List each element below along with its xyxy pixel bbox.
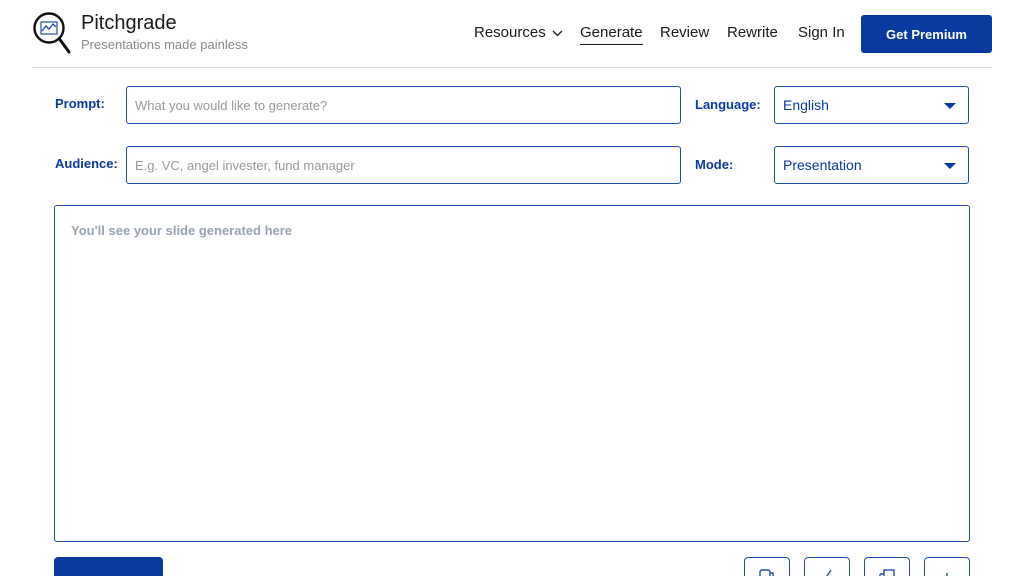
- audience-label: Audience:: [55, 156, 118, 171]
- nav-review[interactable]: Review: [660, 23, 709, 45]
- language-value: English: [783, 97, 829, 113]
- nav-resources[interactable]: Resources: [474, 23, 563, 45]
- caret-down-icon: [944, 103, 956, 109]
- edit-button[interactable]: [804, 557, 850, 576]
- edit-icon: [826, 569, 832, 576]
- nav-rewrite[interactable]: Rewrite: [727, 23, 778, 45]
- prompt-input[interactable]: [126, 86, 681, 124]
- language-label: Language:: [695, 97, 761, 112]
- caret-down-icon: [944, 163, 956, 169]
- get-premium-button[interactable]: Get Premium: [861, 15, 992, 53]
- mode-value: Presentation: [783, 157, 862, 173]
- brand-name[interactable]: Pitchgrade: [81, 11, 177, 35]
- magnifier-chart-icon[interactable]: [32, 11, 72, 55]
- slide-preview: You'll see your slide generated here: [54, 205, 970, 542]
- audience-input[interactable]: [126, 146, 681, 184]
- prompt-label: Prompt:: [55, 96, 105, 111]
- chevron-down-icon: [552, 30, 563, 36]
- duplicate-button[interactable]: [864, 557, 910, 576]
- nav-generate[interactable]: Generate: [580, 23, 643, 45]
- copy-button[interactable]: [744, 557, 790, 576]
- slide-placeholder-text: You'll see your slide generated here: [71, 223, 293, 238]
- nav-signin[interactable]: Sign In: [798, 23, 845, 45]
- generate-button[interactable]: [54, 557, 163, 576]
- header: Pitchgrade Presentations made painless R…: [32, 0, 992, 68]
- language-select[interactable]: English: [774, 86, 969, 124]
- add-icon: [946, 573, 948, 576]
- mode-select[interactable]: Presentation: [774, 146, 969, 184]
- brand-tagline: Presentations made painless: [81, 37, 248, 52]
- copy-icon: [759, 569, 774, 576]
- add-button[interactable]: [924, 557, 970, 576]
- nav-resources-label: Resources: [474, 24, 546, 41]
- duplicate-icon: [879, 569, 895, 576]
- mode-label: Mode:: [695, 157, 734, 172]
